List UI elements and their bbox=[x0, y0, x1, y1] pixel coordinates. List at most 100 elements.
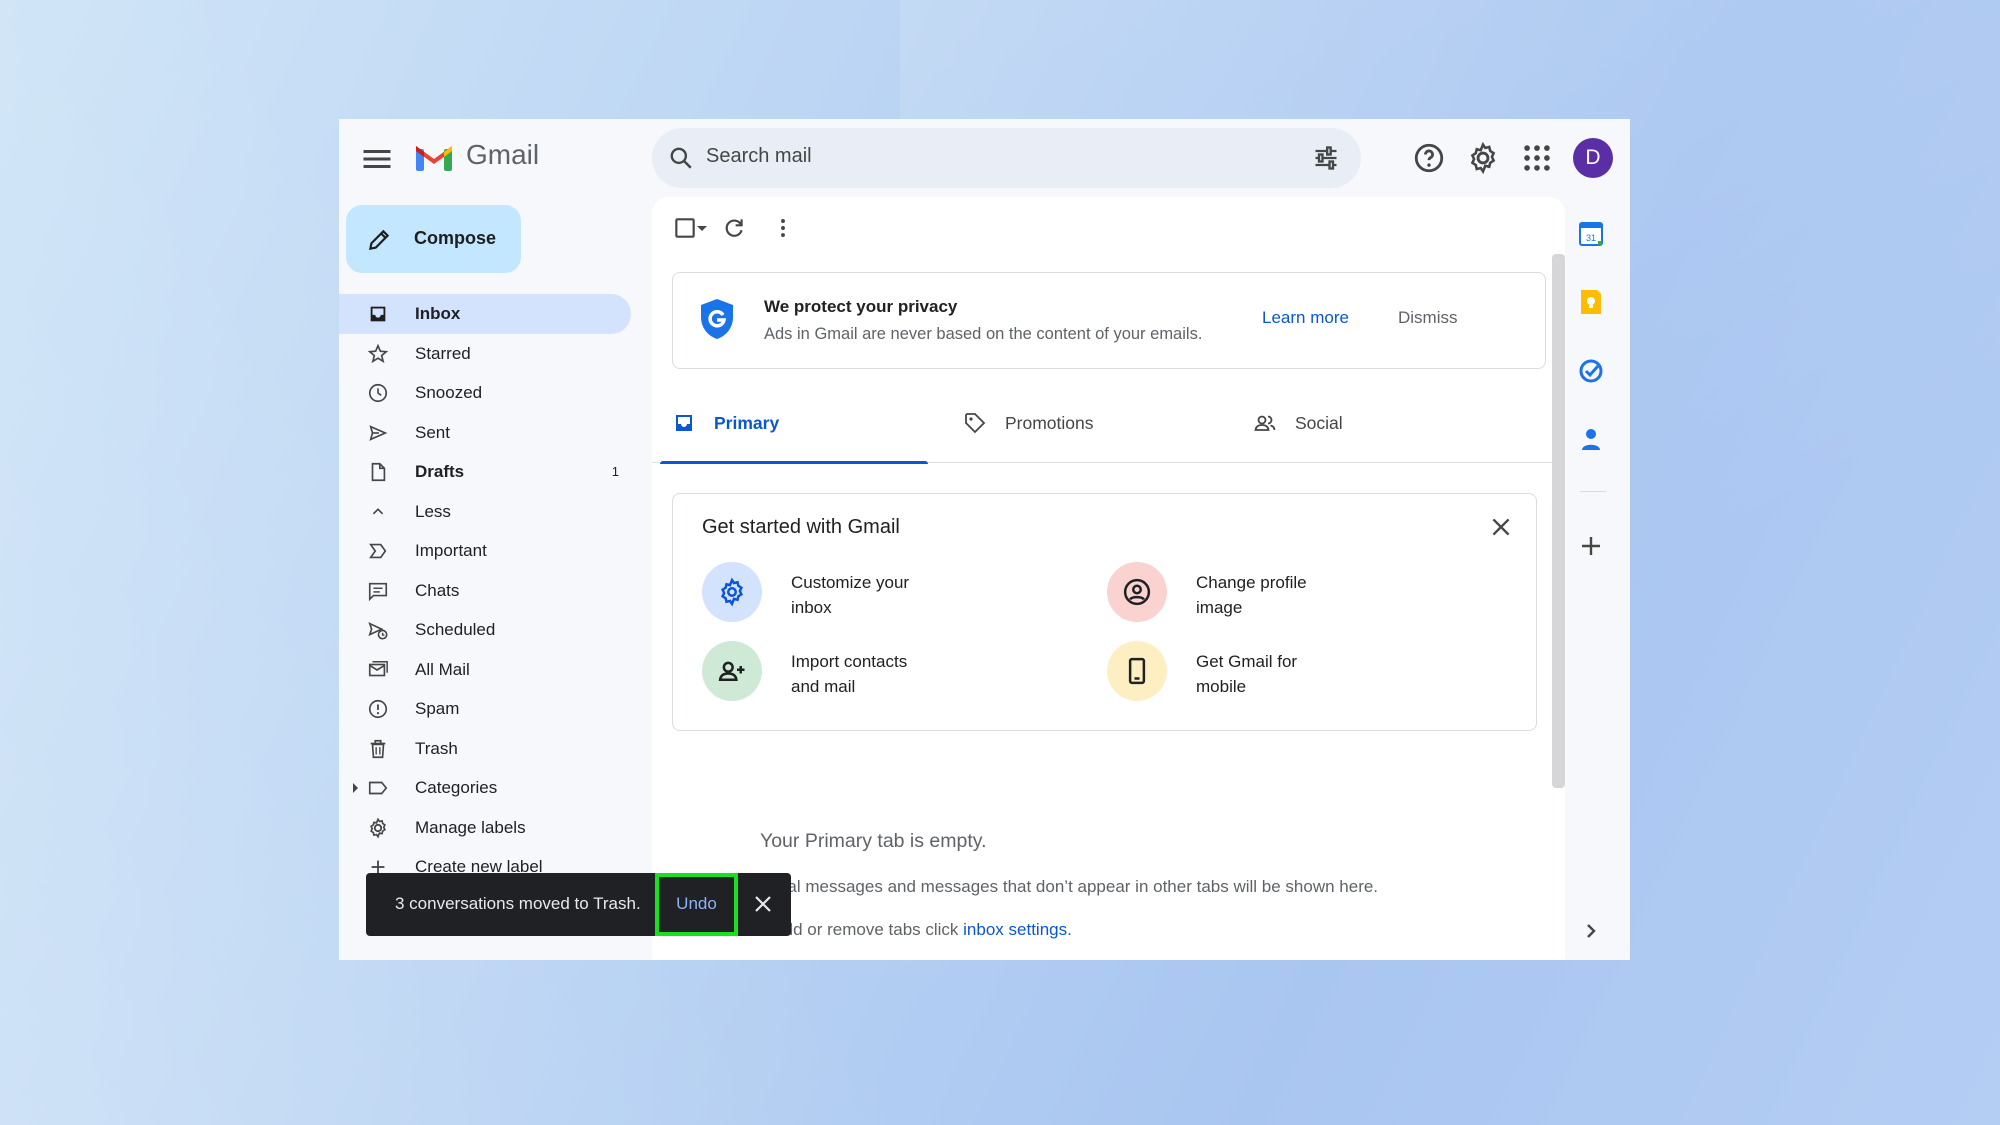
sidebar-item-scheduled[interactable]: Scheduled bbox=[339, 610, 631, 650]
privacy-subtitle: Ads in Gmail are never based on the cont… bbox=[764, 325, 1203, 343]
sidebar-item-label: Sent bbox=[415, 422, 450, 442]
draft-icon bbox=[371, 462, 386, 482]
change-profile-label: Change profile image bbox=[1196, 570, 1346, 620]
tab-label: Social bbox=[1295, 413, 1343, 433]
search-icon[interactable] bbox=[668, 145, 694, 171]
label-line2: image bbox=[1196, 598, 1243, 617]
gmail-logo-text[interactable]: Gmail bbox=[466, 139, 539, 171]
sidebar-item-all-mail[interactable]: All Mail bbox=[339, 650, 631, 690]
sidebar-item-important[interactable]: Important bbox=[339, 531, 631, 571]
sidebar-item-inbox[interactable]: Inbox bbox=[339, 294, 631, 334]
all-mail-icon bbox=[368, 660, 388, 676]
pencil-icon bbox=[368, 229, 390, 251]
sidebar-item-spam[interactable]: Spam bbox=[339, 689, 631, 729]
tag-icon bbox=[965, 413, 986, 434]
label-line2: inbox bbox=[791, 598, 832, 617]
sidebar-item-sent[interactable]: Sent bbox=[339, 413, 631, 453]
sidebar-item-chats[interactable]: Chats bbox=[339, 571, 631, 611]
add-addon-plus-icon[interactable] bbox=[1565, 529, 1617, 563]
sidebar-item-label: Manage labels bbox=[415, 817, 526, 837]
star-icon bbox=[367, 343, 389, 363]
contacts-icon[interactable] bbox=[1565, 422, 1617, 456]
sidebar-item-trash[interactable]: Trash bbox=[339, 729, 631, 769]
chevron-right-icon[interactable] bbox=[1565, 914, 1617, 948]
sidebar-item-label: Chats bbox=[415, 580, 460, 600]
sidebar-item-label: All Mail bbox=[415, 659, 470, 679]
import-contacts-label: Import contacts and mail bbox=[791, 649, 941, 699]
label-line1: Customize your bbox=[791, 573, 910, 592]
sidebar-item-drafts[interactable]: Drafts 1 bbox=[339, 452, 631, 492]
get-gmail-mobile-label: Get Gmail for mobile bbox=[1196, 649, 1346, 699]
gear-icon bbox=[370, 817, 386, 838]
inbox-icon bbox=[676, 415, 692, 431]
change-profile-image-item[interactable]: Change profile image bbox=[1107, 562, 1467, 626]
label-line2: mobile bbox=[1196, 677, 1247, 696]
search-bar[interactable]: Search mail bbox=[652, 128, 1361, 188]
refresh-icon[interactable] bbox=[721, 215, 747, 241]
label-line2: and mail bbox=[791, 677, 856, 696]
dismiss-button[interactable]: Dismiss bbox=[1398, 308, 1458, 328]
sidebar-item-categories[interactable]: Categories bbox=[339, 768, 631, 808]
get-started-title: Get started with Gmail bbox=[702, 516, 900, 538]
add-person-icon bbox=[718, 661, 745, 681]
sidebar-item-snoozed[interactable]: Snoozed bbox=[339, 373, 631, 413]
clock-icon bbox=[368, 383, 388, 403]
close-icon[interactable] bbox=[1488, 514, 1514, 540]
snackbar-message: 3 conversations moved to Trash. bbox=[395, 894, 641, 913]
help-icon[interactable] bbox=[1412, 141, 1446, 175]
sidebar-item-label: Inbox bbox=[415, 304, 461, 323]
sidebar-nav: Inbox Starred Snoozed Sent Drafts 1 Less… bbox=[339, 294, 639, 887]
chat-icon bbox=[368, 582, 388, 601]
sidebar-item-less[interactable]: Less bbox=[339, 492, 631, 532]
account-circle-icon bbox=[1123, 578, 1151, 606]
learn-more-link[interactable]: Learn more bbox=[1262, 308, 1349, 328]
main-panel: We protect your privacy Ads in Gmail are… bbox=[652, 197, 1565, 960]
tab-promotions[interactable]: Promotions bbox=[951, 387, 1221, 463]
undo-button[interactable]: Undo bbox=[659, 894, 734, 914]
search-input[interactable]: Search mail bbox=[706, 145, 812, 168]
privacy-banner: We protect your privacy Ads in Gmail are… bbox=[672, 272, 1546, 369]
sidebar-item-manage-labels[interactable]: Manage labels bbox=[339, 808, 631, 848]
label-icon bbox=[368, 781, 388, 795]
tasks-icon[interactable] bbox=[1565, 354, 1617, 388]
send-icon bbox=[369, 424, 388, 441]
keep-icon[interactable] bbox=[1565, 285, 1617, 319]
get-gmail-mobile-item[interactable]: Get Gmail for mobile bbox=[1107, 641, 1467, 705]
sidebar-item-label: Drafts bbox=[415, 462, 465, 481]
gmail-window: Gmail Search mail D Compose Inbox Starre… bbox=[339, 119, 1630, 960]
scrollbar[interactable] bbox=[1552, 254, 1565, 788]
import-contacts-item[interactable]: Import contacts and mail bbox=[702, 641, 1062, 705]
calendar-icon[interactable]: 31 bbox=[1565, 217, 1617, 251]
inbox-settings-link[interactable]: inbox settings. bbox=[963, 920, 1072, 939]
scheduled-icon bbox=[368, 622, 388, 640]
account-avatar[interactable]: D bbox=[1573, 138, 1613, 178]
filter-options-icon[interactable] bbox=[1312, 144, 1340, 172]
settings-gear-icon[interactable] bbox=[1466, 141, 1500, 175]
gmail-logo-icon[interactable] bbox=[414, 141, 454, 173]
trash-icon bbox=[370, 739, 386, 758]
compose-label: Compose bbox=[414, 228, 497, 248]
privacy-title: We protect your privacy bbox=[764, 297, 958, 316]
customize-icon-circle bbox=[702, 562, 762, 622]
shield-icon bbox=[701, 299, 733, 339]
sidebar-item-label: Categories bbox=[415, 778, 498, 797]
empty-state-description: sonal messages and messages that don’t a… bbox=[760, 877, 1379, 896]
more-options-icon[interactable] bbox=[770, 215, 796, 241]
close-icon[interactable] bbox=[751, 892, 775, 916]
inbox-icon bbox=[370, 306, 386, 322]
rail-divider bbox=[1580, 491, 1606, 492]
tab-label: Promotions bbox=[1005, 413, 1094, 433]
apps-grid-icon[interactable] bbox=[1520, 141, 1554, 175]
tab-primary[interactable]: Primary bbox=[660, 387, 930, 464]
compose-button[interactable]: Compose bbox=[346, 205, 521, 273]
empty-state-title: Your Primary tab is empty. bbox=[760, 830, 987, 852]
sidebar-item-starred[interactable]: Starred bbox=[339, 334, 631, 374]
select-dropdown-icon[interactable] bbox=[694, 215, 710, 241]
import-icon-circle bbox=[702, 641, 762, 701]
get-started-card: Get started with Gmail Customize your in… bbox=[672, 493, 1537, 731]
expand-caret-icon[interactable] bbox=[353, 783, 358, 793]
tab-social[interactable]: Social bbox=[1241, 387, 1511, 463]
active-tab-indicator bbox=[660, 461, 928, 464]
customize-inbox-item[interactable]: Customize your inbox bbox=[702, 562, 1062, 626]
menu-icon[interactable] bbox=[359, 141, 395, 177]
